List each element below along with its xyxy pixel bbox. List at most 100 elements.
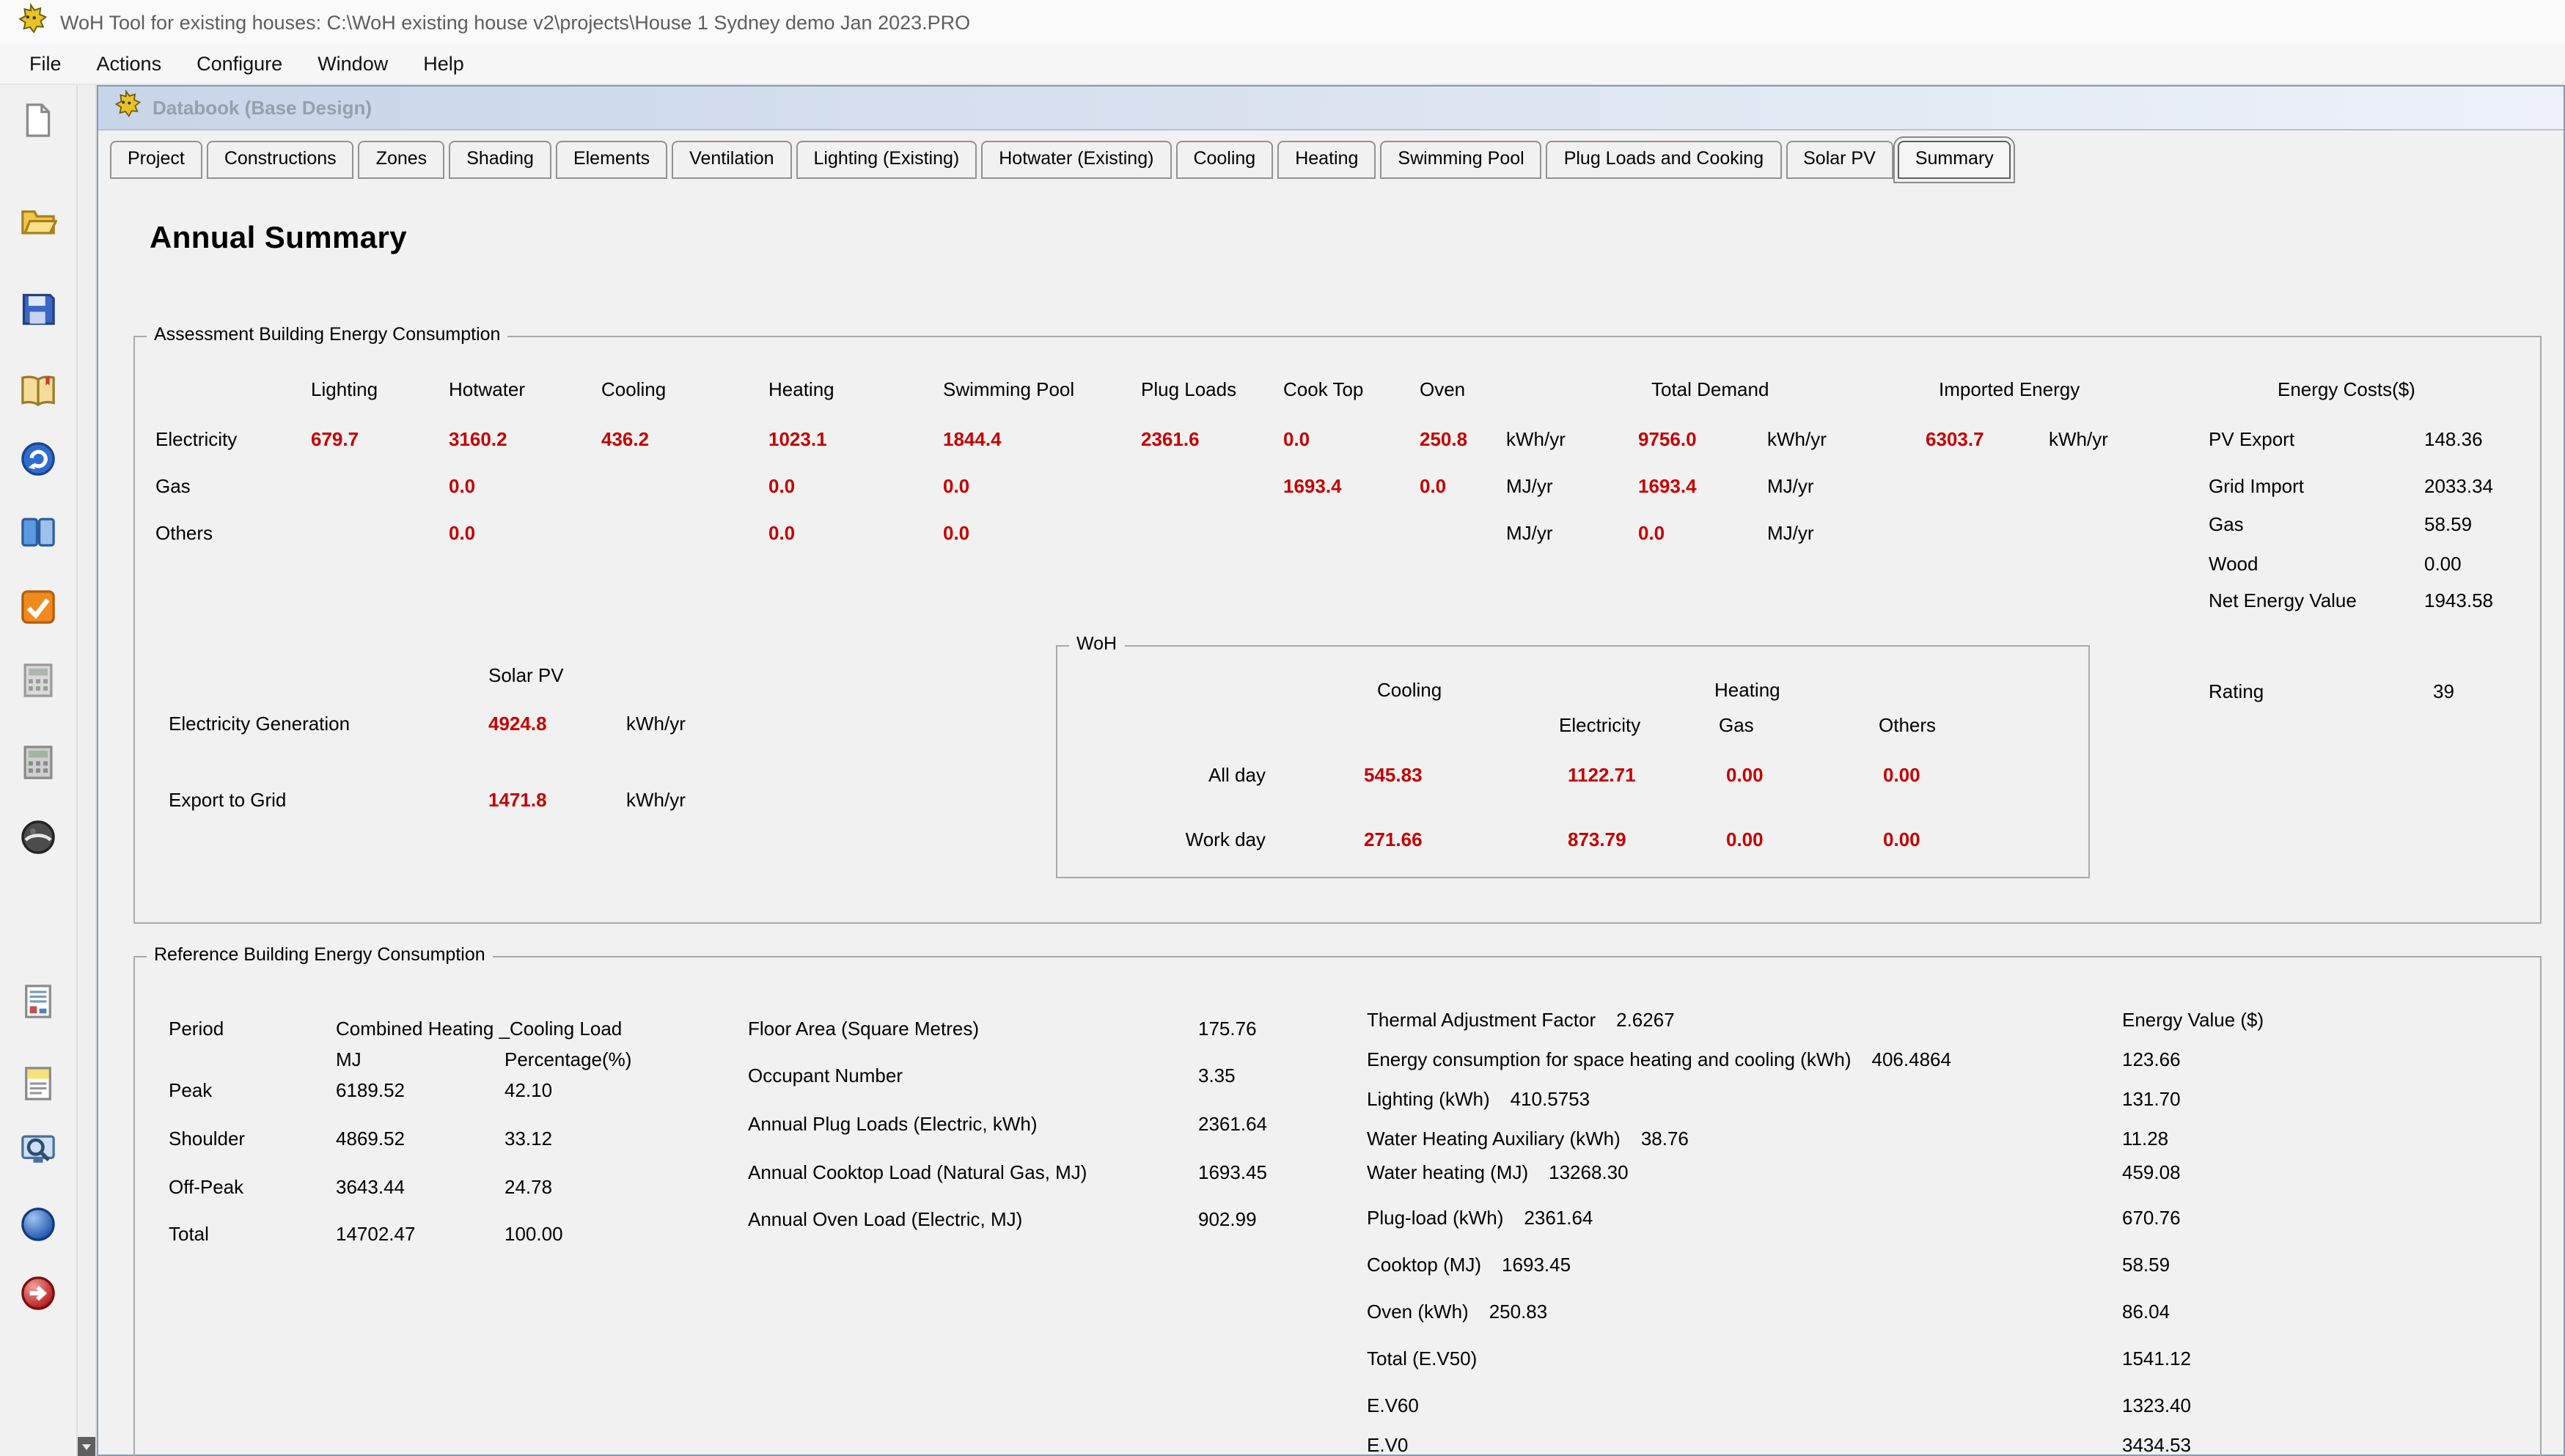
refresh-icon xyxy=(19,440,57,478)
col-header-oven: Oven xyxy=(1420,378,1465,400)
ref-amount-cooktop: 1693.45 xyxy=(1502,1254,1571,1276)
total-pct: 100.00 xyxy=(504,1223,563,1245)
ref-label-plug-load: Plug-load (kWh) xyxy=(1367,1207,1503,1229)
mdi-vertical-scrollbar[interactable] xyxy=(76,85,97,1456)
notes-icon xyxy=(19,1065,57,1103)
ref-label-total-ev50: Total (E.V50) xyxy=(1367,1347,1477,1369)
tab-solar-pv[interactable]: Solar PV xyxy=(1786,141,1893,179)
toolbar-databook-button[interactable] xyxy=(16,369,60,413)
toolbar-save-button[interactable] xyxy=(16,287,60,331)
databook-icon xyxy=(111,89,141,126)
woh-groupbox: WoH Cooling Heating Electricity Gas Othe… xyxy=(1056,645,2090,878)
thermal-adjustment-row: Thermal Adjustment Factor2.6267 xyxy=(1367,1009,1675,1031)
ref-value-total-ev50: 1541.12 xyxy=(2122,1347,2191,1369)
others-total-unit: MJ/yr xyxy=(1767,522,1814,544)
ref-value-lighting: 131.70 xyxy=(2122,1088,2181,1110)
databook-titlebar[interactable]: Databook (Base Design) xyxy=(98,87,2564,130)
row-label-electricity: Electricity xyxy=(155,428,237,450)
others-swimming-pool-value: 0.0 xyxy=(943,522,969,544)
check-icon xyxy=(19,588,57,626)
floor-area-label: Floor Area (Square Metres) xyxy=(748,1018,979,1040)
ref-value-cooktop: 58.59 xyxy=(2122,1254,2170,1276)
annual-cooktop-load-label: Annual Cooktop Load (Natural Gas, MJ) xyxy=(748,1161,1087,1183)
ref-label-oven: Oven (kWh) xyxy=(1367,1301,1469,1323)
toolbar-assessment-button[interactable] xyxy=(16,585,60,629)
electricity-plug-loads-value: 2361.6 xyxy=(1141,428,1200,450)
toolbar-run-button[interactable] xyxy=(16,1202,60,1246)
combined-load-header: Combined Heating _Cooling Load xyxy=(336,1018,622,1040)
toolbar-report-button[interactable] xyxy=(16,979,60,1023)
ref-amount-oven: 250.83 xyxy=(1489,1301,1548,1323)
others-unit: MJ/yr xyxy=(1506,522,1553,544)
menu-window[interactable]: Window xyxy=(300,46,406,81)
gas-total-demand: 1693.4 xyxy=(1638,475,1697,497)
tab-swimming-pool[interactable]: Swimming Pool xyxy=(1380,141,1541,179)
menu-actions[interactable]: Actions xyxy=(79,46,180,81)
electricity-imported-unit: kWh/yr xyxy=(2049,428,2108,450)
application-window: WoH Tool for existing houses: C:\WoH exi… xyxy=(0,0,2565,1456)
toolbar-split-view-button[interactable] xyxy=(16,510,60,554)
woh-work-day-others: 0.00 xyxy=(1883,828,1920,850)
electricity-cooling-value: 436.2 xyxy=(601,428,649,450)
tab-lighting-existing[interactable]: Lighting (Existing) xyxy=(796,141,977,179)
menu-help[interactable]: Help xyxy=(406,46,482,81)
shoulder-pct: 33.12 xyxy=(504,1128,552,1150)
mdi-client-area: Databook (Base Design) ProjectConstructi… xyxy=(0,85,2565,1456)
col-header-heating: Heating xyxy=(768,378,834,400)
ref-row-ev0: E.V0 xyxy=(1367,1434,1408,1456)
tab-project[interactable]: Project xyxy=(110,141,202,179)
menu-configure[interactable]: Configure xyxy=(179,46,300,81)
toolbar-billing-calculator-button[interactable] xyxy=(16,740,60,784)
tab-shading[interactable]: Shading xyxy=(449,141,551,179)
ref-label-ev0: E.V0 xyxy=(1367,1434,1408,1456)
ref-label-cooktop: Cooktop (MJ) xyxy=(1367,1254,1481,1276)
col-header-total-demand: Total Demand xyxy=(1651,378,1769,400)
tab-hotwater-existing[interactable]: Hotwater (Existing) xyxy=(981,141,1171,179)
tab-zones[interactable]: Zones xyxy=(359,141,445,179)
toolbar-notes-button[interactable] xyxy=(16,1062,60,1106)
tab-summary[interactable]: Summary xyxy=(1898,141,2011,179)
preview-magnifier-icon xyxy=(19,1130,57,1169)
woh-electricity-header: Electricity xyxy=(1559,714,1640,736)
col-header-plug-loads: Plug Loads xyxy=(1141,378,1236,400)
toolbar-exit-button[interactable] xyxy=(16,1271,60,1315)
ref-row-total-ev50: Total (E.V50) xyxy=(1367,1347,1477,1369)
col-header-imported-energy: Imported Energy xyxy=(1939,378,2080,400)
toolbar-new-document-button[interactable] xyxy=(16,98,60,142)
page-title: Annual Summary xyxy=(150,221,407,257)
globe-icon xyxy=(19,818,57,856)
ref-row-plug-load: Plug-load (kWh)2361.64 xyxy=(1367,1207,1593,1229)
toolbar-web-button[interactable] xyxy=(16,815,60,859)
electricity-generation-value: 4924.8 xyxy=(488,713,547,735)
annual-plug-loads-value: 2361.64 xyxy=(1198,1113,1267,1135)
rating-label: Rating xyxy=(2209,680,2264,702)
tab-ventilation[interactable]: Ventilation xyxy=(672,141,791,179)
toolbar-refresh-button[interactable] xyxy=(16,437,60,481)
toolbar-preview-button[interactable] xyxy=(16,1128,60,1172)
woh-all-day-electricity: 1122.71 xyxy=(1568,764,1636,786)
woh-all-day-label: All day xyxy=(1116,764,1266,786)
annual-cooktop-load-value: 1693.45 xyxy=(1198,1161,1267,1183)
tab-cooling[interactable]: Cooling xyxy=(1175,141,1273,179)
woh-heating-header: Heating xyxy=(1714,679,1780,701)
toolbar-open-project-button[interactable] xyxy=(16,198,60,242)
ref-value-space-heating-cooling: 123.66 xyxy=(2122,1048,2181,1070)
peak-label: Peak xyxy=(169,1079,212,1101)
off-peak-mj: 3643.44 xyxy=(336,1176,405,1198)
menu-file[interactable]: File xyxy=(12,46,79,81)
scroll-down-button[interactable] xyxy=(78,1437,95,1456)
export-to-grid-unit: kWh/yr xyxy=(626,789,686,811)
tab-heating[interactable]: Heating xyxy=(1277,141,1376,179)
woh-all-day-others: 0.00 xyxy=(1883,764,1920,786)
databook-window: Databook (Base Design) ProjectConstructi… xyxy=(97,85,2565,1456)
ref-value-water-heating-aux: 11.28 xyxy=(2122,1128,2168,1150)
electricity-cook-top-value: 0.0 xyxy=(1283,428,1310,450)
peak-mj: 6189.52 xyxy=(336,1079,405,1101)
ref-label-water-heating: Water heating (MJ) xyxy=(1367,1161,1528,1183)
tab-constructions[interactable]: Constructions xyxy=(207,141,354,179)
toolbar-calculator-button[interactable] xyxy=(16,658,60,702)
col-header-lighting: Lighting xyxy=(311,378,378,400)
tab-elements[interactable]: Elements xyxy=(556,141,667,179)
tab-plug-loads-and-cooking[interactable]: Plug Loads and Cooking xyxy=(1546,141,1781,179)
others-hotwater-value: 0.0 xyxy=(449,522,475,544)
